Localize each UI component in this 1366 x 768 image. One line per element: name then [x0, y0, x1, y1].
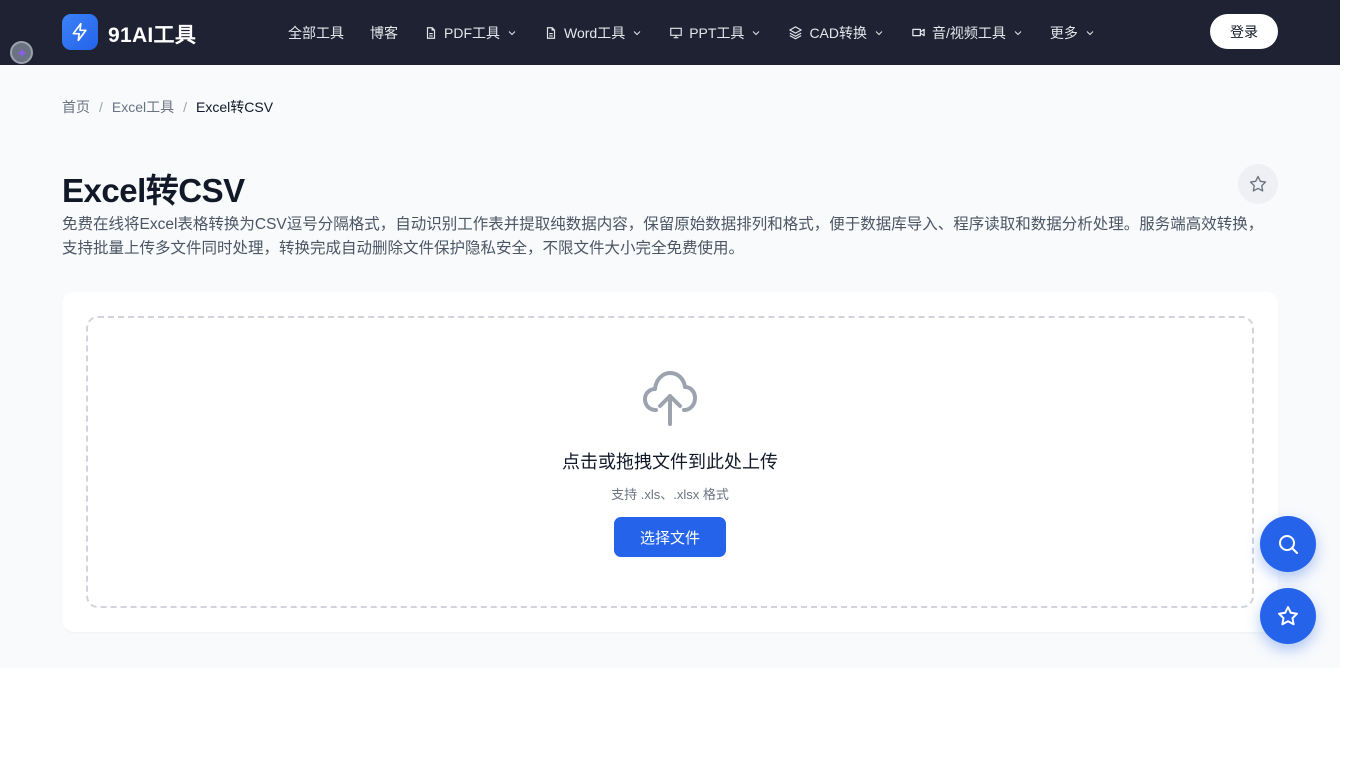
floating-favorite-button[interactable]	[1260, 588, 1316, 644]
chevron-down-icon	[633, 30, 641, 35]
select-file-button[interactable]: 选择文件	[614, 517, 726, 557]
favorite-button[interactable]	[1238, 164, 1278, 204]
nav-label: 全部工具	[288, 24, 344, 41]
page: 91AI工具 全部工具 博客 PDF工具 Word工具 PPT工具 CAD转换 …	[0, 0, 1340, 668]
breadcrumb-separator: /	[183, 99, 188, 115]
main-nav: 全部工具 博客 PDF工具 Word工具 PPT工具 CAD转换 音/视频工具 …	[288, 0, 1122, 65]
logo-icon[interactable]	[62, 14, 98, 50]
nav-av-tools[interactable]: 音/视频工具	[911, 23, 1024, 43]
logo-text[interactable]: 91AI工具	[108, 19, 196, 49]
cloud-upload-icon	[643, 371, 697, 426]
floating-search-button[interactable]	[1260, 516, 1316, 572]
nav-label: PPT工具	[689, 24, 745, 41]
nav-all-tools[interactable]: 全部工具	[288, 23, 344, 43]
nav-label: CAD转换	[809, 24, 867, 41]
file-text-icon	[546, 26, 556, 39]
star-icon	[1278, 606, 1298, 626]
nav-cad-convert[interactable]: CAD转换	[788, 23, 885, 43]
page-title: Excel转CSV	[62, 172, 245, 209]
nav-label: 音/视频工具	[932, 24, 1006, 41]
upload-card: 点击或拖拽文件到此处上传 支持 .xls、.xlsx 格式 选择文件	[62, 292, 1278, 632]
search-icon	[1279, 535, 1298, 554]
login-button[interactable]: 登录	[1210, 14, 1278, 49]
chevron-down-icon	[1086, 30, 1094, 35]
breadcrumb-home[interactable]: 首页	[62, 97, 90, 117]
nav-label: 博客	[370, 24, 398, 41]
layers-icon	[789, 26, 803, 40]
breadcrumb-current: Excel转CSV	[196, 99, 274, 115]
nav-more[interactable]: 更多	[1050, 23, 1096, 43]
presentation-icon	[670, 27, 683, 38]
star-icon	[1249, 175, 1267, 192]
upload-format-hint: 支持 .xls、.xlsx 格式	[611, 487, 729, 502]
upload-dropzone[interactable]: 点击或拖拽文件到此处上传 支持 .xls、.xlsx 格式 选择文件	[86, 316, 1254, 608]
breadcrumb-separator: /	[99, 99, 103, 115]
nav-label: 更多	[1049, 24, 1078, 41]
nav-ppt-tools[interactable]: PPT工具	[669, 23, 762, 43]
upload-title: 点击或拖拽文件到此处上传	[562, 452, 778, 472]
nav-label: Word工具	[564, 24, 626, 41]
chevron-down-icon	[1014, 30, 1022, 35]
extension-avatar[interactable]	[10, 41, 33, 64]
nav-label: PDF工具	[444, 24, 500, 41]
sparkle-icon	[16, 47, 27, 58]
nav-blog[interactable]: 博客	[370, 23, 398, 43]
nav-word-tools[interactable]: Word工具	[544, 23, 643, 43]
video-icon	[912, 28, 925, 37]
chevron-down-icon	[753, 30, 760, 35]
page-description: 免费在线将Excel表格转换为CSV逗号分隔格式，自动识别工作表并提取纯数据内容…	[62, 216, 1264, 257]
file-icon	[426, 26, 436, 39]
breadcrumb: 首页 / Excel工具 / Excel转CSV	[62, 97, 273, 117]
breadcrumb-category[interactable]: Excel工具	[112, 97, 174, 117]
lightning-icon	[72, 22, 87, 42]
chevron-down-icon	[508, 30, 516, 35]
top-navbar: 91AI工具 全部工具 博客 PDF工具 Word工具 PPT工具 CAD转换 …	[0, 0, 1340, 65]
nav-pdf-tools[interactable]: PDF工具	[424, 23, 518, 43]
chevron-down-icon	[875, 30, 883, 35]
